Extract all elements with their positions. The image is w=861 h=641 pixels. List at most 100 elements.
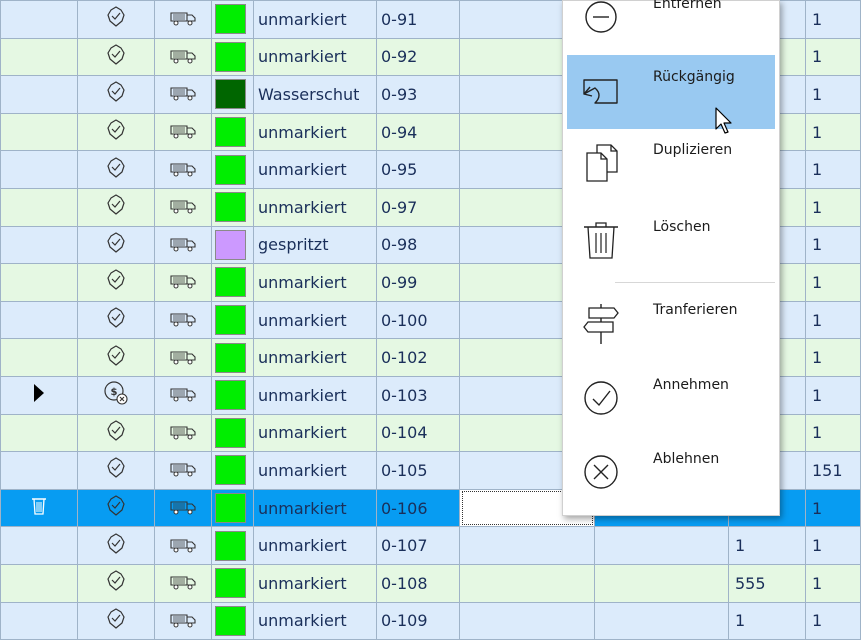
row-code[interactable]: 0-109 (376, 601, 460, 641)
count-cell[interactable]: 1 (805, 150, 861, 189)
truck-icon[interactable] (154, 451, 212, 490)
row-header-cell[interactable] (0, 413, 78, 453)
truck-icon[interactable] (154, 225, 212, 265)
menu-item-loeschen[interactable]: Löschen (567, 205, 775, 279)
marking-label[interactable]: unmarkiert (253, 150, 377, 189)
table-row[interactable]: unmarkiert 0-109 1 1 (0, 601, 861, 641)
row-header-cell[interactable] (0, 338, 78, 377)
empty-cell[interactable] (594, 563, 729, 603)
truck-icon[interactable] (154, 263, 212, 302)
menu-item-ablehnen[interactable]: Ablehnen (567, 437, 775, 511)
check-shield-icon[interactable] (77, 263, 155, 302)
color-swatch[interactable] (211, 0, 254, 39)
row-header-cell[interactable] (0, 0, 78, 39)
row-header-cell[interactable] (0, 150, 78, 189)
row-header-cell[interactable] (0, 263, 78, 302)
color-swatch[interactable] (211, 563, 254, 603)
color-swatch[interactable] (211, 112, 254, 152)
menu-item-tranferieren[interactable]: Tranferieren (567, 288, 775, 362)
color-swatch[interactable] (211, 150, 254, 189)
payment-rejected-icon[interactable]: $ (77, 375, 155, 415)
marking-label[interactable]: unmarkiert (253, 300, 377, 340)
truck-icon[interactable] (154, 375, 212, 415)
count-cell[interactable]: 1 (805, 300, 861, 340)
row-code[interactable]: 0-104 (376, 413, 460, 453)
color-swatch[interactable] (211, 225, 254, 265)
marking-label[interactable]: unmarkiert (253, 451, 377, 490)
row-code[interactable]: 0-92 (376, 37, 460, 77)
check-shield-icon[interactable] (77, 150, 155, 189)
count-cell[interactable]: 1 (805, 375, 861, 415)
truck-icon[interactable] (154, 338, 212, 377)
color-swatch[interactable] (211, 75, 254, 114)
count-cell[interactable]: 1 (805, 112, 861, 152)
row-code[interactable]: 0-98 (376, 225, 460, 265)
row-header-cell[interactable] (0, 37, 78, 77)
check-shield-icon[interactable] (77, 75, 155, 114)
check-shield-icon[interactable] (77, 601, 155, 641)
truck-icon[interactable] (154, 112, 212, 152)
count-cell[interactable]: 1 (805, 488, 861, 528)
empty-cell[interactable] (594, 601, 729, 641)
truck-icon[interactable] (154, 150, 212, 189)
truck-icon[interactable] (154, 0, 212, 39)
marking-label[interactable]: unmarkiert (253, 375, 377, 415)
color-swatch[interactable] (211, 488, 254, 528)
row-code[interactable]: 0-91 (376, 0, 460, 39)
table-row[interactable]: unmarkiert 0-107 1 1 (0, 526, 861, 565)
color-swatch[interactable] (211, 601, 254, 641)
row-delete-marker-icon[interactable] (0, 488, 78, 528)
row-code[interactable]: 0-102 (376, 338, 460, 377)
color-swatch[interactable] (211, 338, 254, 377)
truck-icon[interactable] (154, 563, 212, 603)
row-header-cell[interactable] (0, 526, 78, 565)
row-code[interactable]: 0-97 (376, 187, 460, 227)
check-shield-icon[interactable] (77, 0, 155, 39)
row-code[interactable]: 0-93 (376, 75, 460, 114)
color-swatch[interactable] (211, 413, 254, 453)
row-code[interactable]: 0-106 (376, 488, 460, 528)
check-shield-icon[interactable] (77, 451, 155, 490)
table-row[interactable]: unmarkiert 0-108 555 1 (0, 563, 861, 603)
empty-cell[interactable] (459, 526, 595, 565)
count-cell[interactable]: 1 (805, 187, 861, 227)
marking-label[interactable]: unmarkiert (253, 112, 377, 152)
marking-label[interactable]: unmarkiert (253, 601, 377, 641)
color-swatch[interactable] (211, 263, 254, 302)
menu-item-rueckgaengig[interactable]: Rückgängig (567, 55, 775, 129)
color-swatch[interactable] (211, 187, 254, 227)
quantity-cell[interactable]: 1 (728, 526, 806, 565)
truck-icon[interactable] (154, 187, 212, 227)
row-header-cell[interactable] (0, 300, 78, 340)
marking-label[interactable]: unmarkiert (253, 263, 377, 302)
count-cell[interactable]: 151 (805, 451, 861, 490)
row-code[interactable]: 0-95 (376, 150, 460, 189)
menu-item-duplizieren[interactable]: Duplizieren (567, 128, 775, 202)
color-swatch[interactable] (211, 451, 254, 490)
count-cell[interactable]: 1 (805, 75, 861, 114)
count-cell[interactable]: 1 (805, 37, 861, 77)
truck-icon[interactable] (154, 300, 212, 340)
count-cell[interactable]: 1 (805, 263, 861, 302)
row-code[interactable]: 0-103 (376, 375, 460, 415)
color-swatch[interactable] (211, 300, 254, 340)
empty-cell[interactable] (459, 563, 595, 603)
truck-icon[interactable] (154, 488, 212, 528)
marking-label[interactable]: unmarkiert (253, 488, 377, 528)
empty-cell[interactable] (459, 601, 595, 641)
menu-item-annehmen[interactable]: Annehmen (567, 363, 775, 437)
empty-cell[interactable] (594, 526, 729, 565)
check-shield-icon[interactable] (77, 526, 155, 565)
row-header-cell[interactable] (0, 563, 78, 603)
marking-label[interactable]: Wasserschut (253, 75, 377, 114)
row-header-cell[interactable] (0, 601, 78, 641)
row-code[interactable]: 0-99 (376, 263, 460, 302)
quantity-cell[interactable]: 555 (728, 563, 806, 603)
count-cell[interactable]: 1 (805, 563, 861, 603)
count-cell[interactable]: 1 (805, 413, 861, 453)
marking-label[interactable]: unmarkiert (253, 37, 377, 77)
truck-icon[interactable] (154, 75, 212, 114)
count-cell[interactable]: 1 (805, 0, 861, 39)
row-code[interactable]: 0-105 (376, 451, 460, 490)
truck-icon[interactable] (154, 37, 212, 77)
